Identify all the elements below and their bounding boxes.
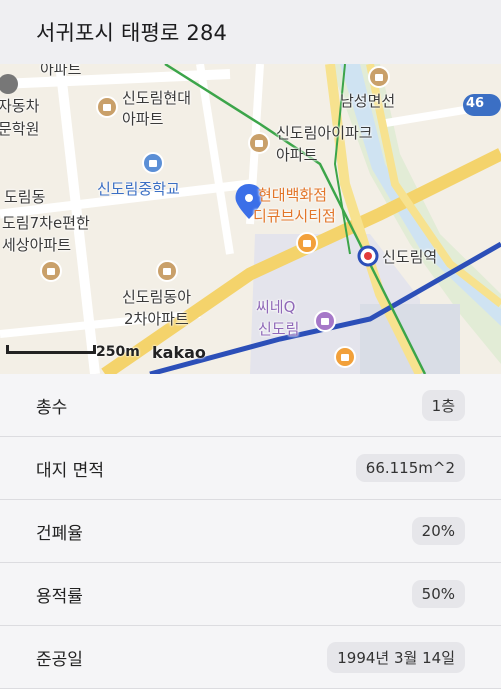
- map-label-dong-a-2: 2차아파트: [124, 310, 189, 328]
- map-label-apartment-top: 아파트: [40, 64, 82, 78]
- shopping-icon: [334, 346, 356, 368]
- map-label-ipark-2: 아파트: [276, 146, 318, 164]
- map-label-ipark: 신도림아이파크: [276, 124, 373, 142]
- detail-value: 1층: [421, 389, 465, 421]
- map-label-middle-school: 신도림중학교: [97, 180, 180, 198]
- map-attribution: kakao: [152, 343, 206, 362]
- detail-row-coverage-ratio: 건폐율 20%: [0, 500, 501, 563]
- road-number-badge: 46: [466, 96, 485, 111]
- detail-key: 용적률: [36, 586, 83, 607]
- school-icon: [142, 152, 164, 174]
- map-label-hyundai-apt-2: 아파트: [122, 110, 164, 128]
- map-scale-bar: [6, 345, 96, 354]
- map-label-department-store: 현대백화점: [258, 186, 328, 204]
- map-view[interactable]: 아파트 자동차 문학원 신도림현대 아파트 남성면선 신도림아이파크 아파트 신…: [0, 64, 501, 374]
- map-label-jacha: 자동차: [0, 97, 40, 115]
- map-label-cinema-2: 신도림: [258, 320, 300, 338]
- detail-key: 건폐율: [36, 523, 83, 544]
- apartment-icon: [368, 66, 390, 88]
- map-label-e-pyeonhan-2: 세상아파트: [2, 236, 72, 254]
- detail-row-floors: 총수 1층: [0, 374, 501, 437]
- map-label-department-store-2: 디큐브시티점: [253, 207, 336, 225]
- map-label-hyundai-apt: 신도림현대: [122, 89, 192, 107]
- detail-row-completion-date: 준공일 1994년 3월 14일: [0, 626, 501, 689]
- detail-value: 66.115m^2: [355, 454, 465, 482]
- map-label-cinema: 씨네Q: [256, 298, 296, 316]
- cinema-icon: [314, 310, 336, 332]
- detail-value: 1994년 3월 14일: [327, 641, 465, 673]
- detail-key: 총수: [36, 397, 68, 418]
- map-scale-label: 250m: [96, 344, 140, 360]
- map-label-dong-a: 신도림동아: [122, 288, 192, 306]
- map-label-hakwon: 문학원: [0, 120, 40, 138]
- detail-row-land-area: 대지 면적 66.115m^2: [0, 437, 501, 500]
- building-details: 총수 1층 대지 면적 66.115m^2 건폐율 20% 용적률 50% 준공…: [0, 374, 501, 689]
- map-label-e-pyeonhan: 도림7차e편한: [2, 214, 90, 232]
- detail-key: 대지 면적: [36, 460, 104, 481]
- address-title: 서귀포시 태평로 284: [36, 21, 228, 45]
- map-label-dorimdong: 도림동: [4, 188, 46, 206]
- shopping-icon: [296, 232, 318, 254]
- apartment-icon: [248, 132, 270, 154]
- map-label-namsung: 남성면선: [340, 92, 396, 110]
- detail-row-floor-area-ratio: 용적률 50%: [0, 563, 501, 626]
- apartment-icon: [40, 260, 62, 282]
- detail-value: 20%: [411, 517, 465, 545]
- apartment-icon: [156, 260, 178, 282]
- map-label-station: 신도림역: [382, 248, 438, 266]
- detail-key: 준공일: [36, 649, 83, 670]
- apartment-icon: [96, 96, 118, 118]
- header: 서귀포시 태평로 284: [0, 0, 501, 64]
- detail-value: 50%: [411, 580, 465, 608]
